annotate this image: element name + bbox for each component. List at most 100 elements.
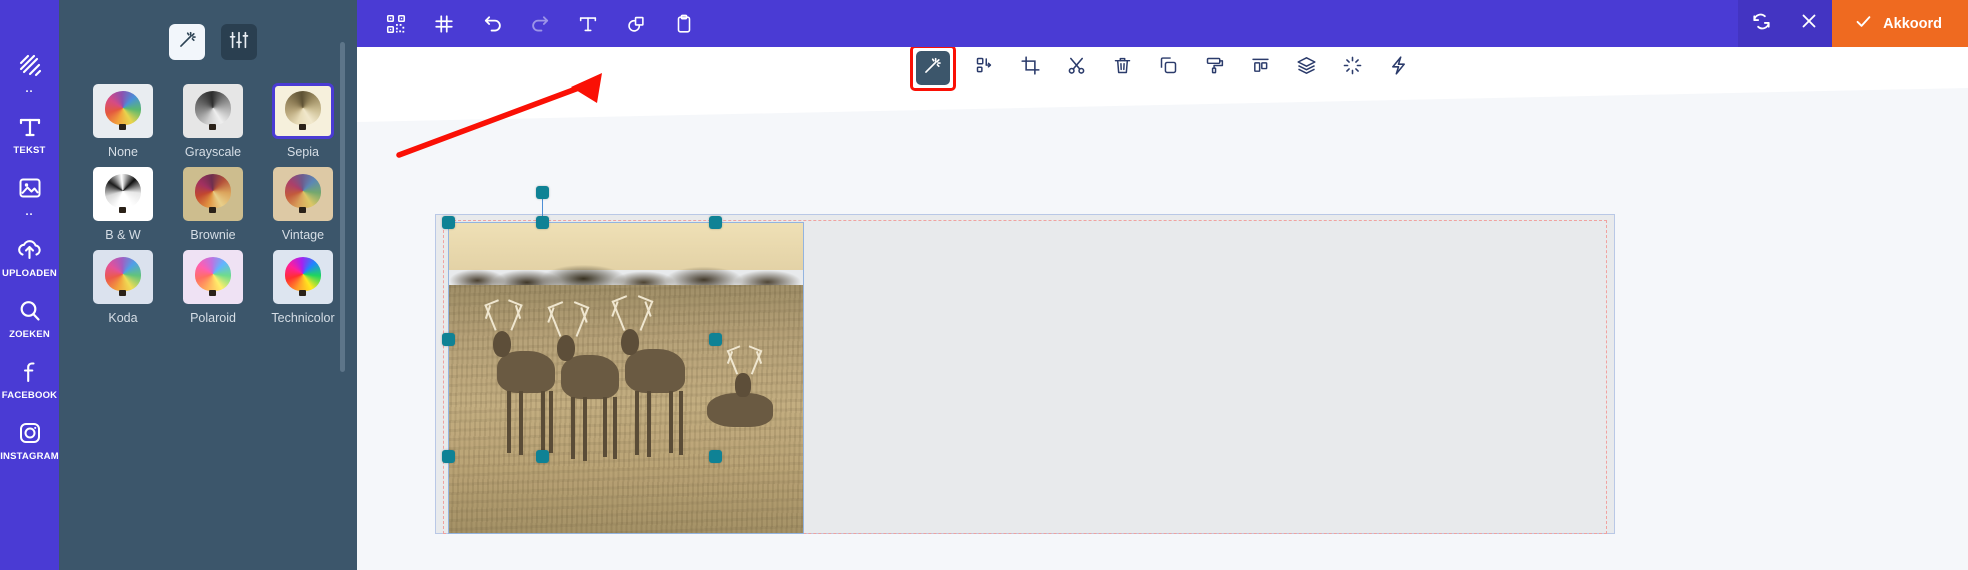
filter-thumbnail [93, 250, 153, 304]
instagram-icon [15, 418, 45, 448]
filter-preset-label: Vintage [281, 228, 325, 242]
crop-icon [1020, 55, 1041, 81]
resize-handle-bottom-center[interactable] [536, 450, 549, 463]
text-t-icon[interactable] [571, 7, 605, 41]
filter-panel: None Grayscale Sepia B & W Brownie Vintage Kod… [59, 0, 357, 570]
filter-panel-scrollbar[interactable] [340, 42, 345, 372]
arrange-tool-button[interactable] [968, 51, 1002, 85]
brightness-tool-button[interactable] [1336, 51, 1370, 85]
filter-preset[interactable]: None [86, 84, 160, 159]
sidebar-item-tekst[interactable]: TEKST [0, 112, 59, 156]
paint-roller-icon [1204, 55, 1225, 81]
sidebar-item-label: TEKST [13, 145, 46, 156]
canvas-area[interactable] [357, 88, 1968, 570]
resize-handle-top-center[interactable] [536, 216, 549, 229]
close-button[interactable] [1785, 0, 1833, 47]
rotate-handle[interactable] [536, 186, 549, 199]
selected-image-object[interactable] [448, 222, 804, 534]
balloon-thumb-image [275, 252, 331, 302]
balloon-thumb-image [95, 252, 151, 302]
sidebar-item-uploaden[interactable]: UPLOADEN [0, 235, 59, 279]
filter-preset[interactable]: Koda [86, 250, 160, 325]
filter-preset[interactable]: Technicolor [266, 250, 340, 325]
filter-preset[interactable]: Polaroid [176, 250, 250, 325]
sidebar-item-label: UPLOADEN [2, 268, 57, 279]
image-editor-app: .. TEKST .. UPLOADEN ZOEKEN FACEBOOK INS… [0, 0, 1968, 570]
balloon-thumb-image [275, 86, 331, 136]
sliders-icon [228, 29, 250, 56]
cut-tool-button[interactable] [1060, 51, 1094, 85]
resize-handle-middle-right[interactable] [709, 333, 722, 346]
brightness-icon [1342, 55, 1363, 81]
balloon-thumb-image [185, 169, 241, 219]
magic-wand-icon [922, 55, 943, 81]
crop-tool-button[interactable] [1014, 51, 1048, 85]
resize-handle-bottom-left[interactable] [442, 450, 455, 463]
filter-thumbnail [93, 167, 153, 221]
hatch-lines-icon [15, 50, 45, 80]
reset-button[interactable] [1738, 0, 1786, 47]
resize-handle-top-left[interactable] [442, 216, 455, 229]
shape-icon[interactable] [619, 7, 653, 41]
sidebar-item-instagram[interactable]: INSTAGRAM [0, 418, 59, 462]
balloon-thumb-image [95, 86, 151, 136]
filters-tool-button[interactable] [915, 50, 950, 85]
filter-preset-label: Sepia [287, 145, 319, 159]
resize-handle-top-right[interactable] [709, 216, 722, 229]
text-t-icon [15, 112, 45, 142]
filter-preset-label: None [108, 145, 138, 159]
sidebar-item-facebook[interactable]: FACEBOOK [0, 357, 59, 401]
filter-preset-label: Koda [108, 311, 138, 325]
sidebar-item-label: FACEBOOK [1, 390, 58, 401]
highlight-annotation-box [909, 44, 956, 91]
sidebar-item-zoeken[interactable]: ZOEKEN [0, 296, 59, 340]
magic-wand-icon [177, 29, 198, 55]
qr-code-icon[interactable] [379, 7, 413, 41]
filter-preset[interactable]: Vintage [266, 167, 340, 242]
grid-icon[interactable] [427, 7, 461, 41]
sidebar-item-label: ZOEKEN [9, 329, 50, 340]
filter-mode-switcher [59, 0, 357, 60]
clipboard-icon[interactable] [667, 7, 701, 41]
undo-icon[interactable] [475, 7, 509, 41]
filter-preset[interactable]: Brownie [176, 167, 250, 242]
bolt-icon [1388, 55, 1409, 81]
filter-thumbnail [183, 84, 243, 138]
paint-roller-tool-button[interactable] [1198, 51, 1232, 85]
balloon-thumb-image [95, 169, 151, 219]
refresh-icon [1750, 10, 1773, 38]
filter-preset[interactable]: Grayscale [176, 84, 250, 159]
header-tool-group [357, 7, 701, 41]
align-tool-button[interactable] [1244, 51, 1278, 85]
sidebar-item-background[interactable]: .. [0, 50, 59, 95]
redo-icon[interactable] [523, 7, 557, 41]
filter-thumbnail [93, 84, 153, 138]
accept-button[interactable]: Akkoord [1832, 0, 1968, 47]
filter-thumbnail [273, 250, 333, 304]
effects-tool-button[interactable] [1382, 51, 1416, 85]
adjust-mode-button[interactable] [221, 24, 257, 60]
filter-preset-label: Grayscale [184, 145, 242, 159]
layers-tool-button[interactable] [1290, 51, 1324, 85]
duplicate-icon [1158, 55, 1179, 81]
resize-handle-bottom-right[interactable] [709, 450, 722, 463]
resize-handle-middle-left[interactable] [442, 333, 455, 346]
filter-preset-grid: None Grayscale Sepia B & W Brownie Vintage Kod… [59, 60, 357, 325]
filter-thumbnail [273, 167, 333, 221]
delete-tool-button[interactable] [1106, 51, 1140, 85]
arrange-icon [974, 55, 995, 81]
filters-mode-button[interactable] [169, 24, 205, 60]
filter-preset-label: Polaroid [190, 311, 236, 325]
filter-preset[interactable]: B & W [86, 167, 160, 242]
image-icon [15, 173, 45, 203]
close-icon [1798, 10, 1820, 37]
check-icon [1854, 12, 1873, 35]
duplicate-tool-button[interactable] [1152, 51, 1186, 85]
sidebar-item-label: .. [25, 206, 34, 218]
filter-preset-label: Technicolor [271, 311, 335, 325]
layers-icon [1296, 55, 1317, 81]
sidebar-item-afbeelding[interactable]: .. [0, 173, 59, 218]
balloon-thumb-image [185, 86, 241, 136]
filter-preset[interactable]: Sepia [266, 84, 340, 159]
sidebar-item-label: .. [25, 83, 34, 95]
